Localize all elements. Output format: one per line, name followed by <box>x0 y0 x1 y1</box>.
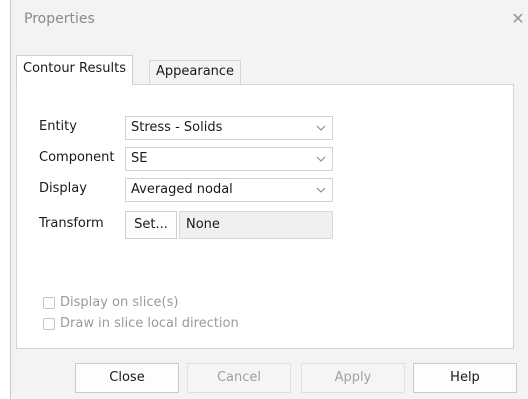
draw-slice-local-checkbox[interactable] <box>43 318 55 330</box>
display-on-slice-checkbox[interactable] <box>43 297 55 309</box>
tab-strip: Contour Results Appearance <box>16 55 516 85</box>
component-value: SE <box>131 151 148 166</box>
entity-label: Entity <box>39 119 77 134</box>
entity-dropdown[interactable]: Stress - Solids <box>125 116 333 140</box>
transform-label: Transform <box>39 216 104 231</box>
display-label: Display <box>39 181 87 196</box>
component-dropdown[interactable]: SE <box>125 147 333 171</box>
chevron-down-icon <box>316 187 326 193</box>
chevron-down-icon <box>316 156 326 162</box>
transform-set-button[interactable]: Set... <box>125 211 177 239</box>
entity-value: Stress - Solids <box>131 120 223 135</box>
apply-button[interactable]: Apply <box>301 363 405 393</box>
close-icon[interactable]: ✕ <box>507 6 528 32</box>
display-value: Averaged nodal <box>131 182 233 197</box>
cancel-button[interactable]: Cancel <box>187 363 291 393</box>
tab-appearance[interactable]: Appearance <box>149 60 242 85</box>
contour-results-panel: Entity Stress - Solids Component SE Disp… <box>16 84 514 349</box>
dialog-title: Properties <box>24 11 95 27</box>
help-button[interactable]: Help <box>413 363 517 393</box>
display-dropdown[interactable]: Averaged nodal <box>125 178 333 202</box>
close-button[interactable]: Close <box>75 363 179 393</box>
tab-contour-results[interactable]: Contour Results <box>16 55 133 85</box>
transform-value-field: None <box>179 211 333 239</box>
title-bar[interactable]: Properties ✕ <box>11 0 528 40</box>
display-on-slice-label: Display on slice(s) <box>60 295 179 310</box>
component-label: Component <box>39 150 115 165</box>
properties-dialog: Properties ✕ Contour Results Appearance … <box>10 0 528 399</box>
chevron-down-icon <box>316 125 326 131</box>
draw-slice-local-label: Draw in slice local direction <box>60 316 239 331</box>
